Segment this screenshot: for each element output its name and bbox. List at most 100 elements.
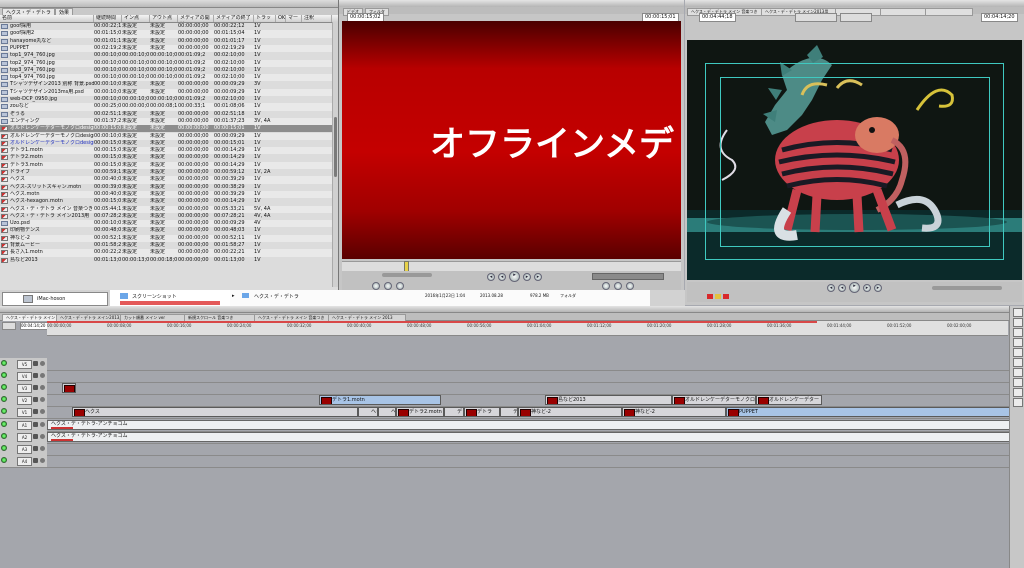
video-clip[interactable]: ヘクス <box>378 407 396 417</box>
timeline-tab-6[interactable]: ヘクス・デ・デトラ メイン 2013 <box>328 314 406 321</box>
play-button[interactable]: ▸ <box>509 271 520 282</box>
browser-row[interactable]: 神など-2 00:00:52;1 未設定 未設定 00:00:00;00 00:00:52… <box>0 234 336 242</box>
browser-row[interactable]: エンディング 00:01:37;2 未設定 未設定 00:00:00;00 00:01:3… <box>0 117 336 126</box>
canvas-prev-edit-button[interactable]: ◂ <box>827 284 835 292</box>
track-visibility-icon[interactable] <box>1 457 7 463</box>
browser-row[interactable]: オルドレンケーデターモノクロdesign 00:00:15;0 未設定 未設定 00:0… <box>0 125 336 133</box>
tool-razor-icon[interactable] <box>1013 358 1023 367</box>
browser-row[interactable]: オルドレンケーデターモノクロdesign 00:00:10;0 未設定 未設定 00:0… <box>0 132 336 140</box>
tool-edit-select-icon[interactable] <box>1013 318 1023 327</box>
browser-row[interactable]: ヘクス・デ・デトラ メイン2013用 00:07:28;2 未設定 未設定 00:00:… <box>0 213 336 220</box>
col-mark[interactable]: マーク <box>286 15 302 22</box>
browser-row[interactable]: ドライブ 00:00:59;1 未設定 未設定 00:00:00;00 00:00:59;… <box>0 169 336 176</box>
viewer-marker-button[interactable] <box>396 282 404 290</box>
browser-row[interactable]: zouなど 00:00:25;0 00:00:00;0 00:00:08;1 00:00… <box>0 103 336 111</box>
col-comment[interactable]: 注釈 <box>302 15 332 22</box>
browser-row[interactable]: top1_974_760.jpg 00:00:10;0 00:00:10;0 00:0… <box>0 52 336 59</box>
timeline-rt-popup[interactable] <box>2 322 16 330</box>
browser-row[interactable]: ヘクス・デ・デトラ メイン 音楽つき 00:05:44;1 未設定 未設定 00:00:… <box>0 205 336 213</box>
viewer-shuttle-slider[interactable] <box>382 273 432 277</box>
video-clip[interactable]: オルドレンケーデター <box>756 395 822 405</box>
track-visibility-icon[interactable] <box>1 384 7 390</box>
video-clip[interactable]: デトラ <box>464 407 500 417</box>
track-visibility-icon[interactable] <box>1 433 7 439</box>
track-lock-icon[interactable] <box>33 397 38 402</box>
browser-row[interactable]: goof採用2 00:01:15;0 未設定 未設定 00:00:00;00 00:01:… <box>0 30 336 38</box>
canvas-step-forward-button[interactable]: ▸ <box>863 284 871 292</box>
col-media-end[interactable]: メディアの終了 <box>214 15 254 22</box>
tool-roll-icon[interactable] <box>1013 338 1023 347</box>
canvas-tab-5[interactable] <box>925 8 973 16</box>
tool-slip-icon[interactable] <box>1013 348 1023 357</box>
canvas-play-button[interactable]: ▸ <box>849 282 860 293</box>
timeline-tab-3[interactable]: カット順番 メイン ver <box>120 314 188 321</box>
video-clip[interactable]: 神など-2 <box>622 407 726 417</box>
video-clip[interactable]: ヘクス <box>358 407 378 417</box>
track-lock-icon[interactable] <box>33 361 38 366</box>
finder-disclosure-icon[interactable]: ▸ <box>232 293 235 299</box>
video-clip[interactable]: デトラ2.motn <box>396 407 444 417</box>
folder-screenshots[interactable]: スクリーンショット <box>132 293 177 300</box>
track-visibility-icon[interactable] <box>1 372 7 378</box>
track-label[interactable]: A2 <box>17 433 32 442</box>
track-auto-select-icon[interactable] <box>40 422 45 427</box>
canvas-view-popup[interactable] <box>840 13 872 22</box>
step-forward-button[interactable]: ▸ <box>523 273 531 281</box>
video-clip[interactable]: デトラ3 <box>500 407 518 417</box>
viewer-mark-in-button[interactable] <box>372 282 380 290</box>
canvas-replace-icon[interactable] <box>723 294 729 299</box>
tool-select-icon[interactable] <box>1013 308 1023 317</box>
col-media-start[interactable]: メディアの開始 <box>178 15 214 22</box>
browser-row[interactable]: Tシャツデザイン2013ms用.psd 00:00:10;0 未設定 未設定 00:00… <box>0 88 336 96</box>
browser-row[interactable]: 長さ入1.motn 00:00:22;2 未設定 未設定 00:00:00;00 00:0… <box>0 249 336 257</box>
canvas-jog-slider[interactable] <box>932 286 1002 290</box>
track-label[interactable]: A3 <box>17 445 32 454</box>
col-out[interactable]: アウト点 <box>150 15 178 22</box>
col-duration[interactable]: 継続時間 <box>94 15 122 22</box>
browser-row[interactable]: goof採用 00:00:22;1 未設定 未設定 00:00:00;00 00:00:2… <box>0 23 336 30</box>
browser-row[interactable]: ぞうる 00:02:51;1 未設定 未設定 00:00:00;00 00:02:51;1… <box>0 111 336 118</box>
browser-row[interactable]: web-DCP_0950.jpg 00:00:10;0 00:00:10;0 00:0… <box>0 96 336 103</box>
track-lock-icon[interactable] <box>33 409 38 414</box>
track-visibility-icon[interactable] <box>1 421 7 427</box>
track-visibility-icon[interactable] <box>1 396 7 402</box>
video-clip[interactable]: PUPPET <box>726 407 1010 417</box>
viewer-mark-out-button[interactable] <box>384 282 392 290</box>
track-label[interactable]: V5 <box>17 360 32 369</box>
track-auto-select-icon[interactable] <box>40 434 45 439</box>
prev-edit-button[interactable]: ◂ <box>487 273 495 281</box>
track-label[interactable]: V3 <box>17 384 32 393</box>
track-lock-icon[interactable] <box>33 434 38 439</box>
track-auto-select-icon[interactable] <box>40 458 45 463</box>
browser-row[interactable]: デトラ3.motn 00:00:15;0 未設定 未設定 00:00:00;00 00:0… <box>0 161 336 169</box>
timeline-tab-4[interactable]: 新規スクロール 音楽つき <box>184 314 258 321</box>
video-clip[interactable]: 島など2013 <box>545 395 672 405</box>
video-clip[interactable]: デトラ1.motn <box>319 395 441 405</box>
video-clip[interactable]: 神など-2 <box>518 407 622 417</box>
browser-scroll-thumb[interactable] <box>334 117 337 177</box>
track-label[interactable]: V1 <box>17 408 32 417</box>
track-label[interactable]: A4 <box>17 457 32 466</box>
viewer-jog-wheel[interactable] <box>592 273 664 280</box>
viewer-in-button[interactable] <box>614 282 622 290</box>
timeline-tab-5[interactable]: ヘクス・デ・デトラ メイン 音楽つき <box>254 314 332 321</box>
canvas-timecode-duration[interactable]: 00:04:44;18 <box>699 13 736 22</box>
track-auto-select-icon[interactable] <box>40 373 45 378</box>
browser-row[interactable]: オルドレンケーデターモノクロdesign 00:00:15;0 未設定 未設定 00:0… <box>0 140 336 147</box>
browser-row[interactable]: top2_974_760.jpg 00:00:10;0 00:00:10;0 00:0… <box>0 59 336 67</box>
col-name[interactable]: 名前 <box>0 15 94 22</box>
track-lock-icon[interactable] <box>33 385 38 390</box>
col-in[interactable]: イン点 <box>122 15 150 22</box>
canvas-tab-4[interactable] <box>880 8 928 16</box>
timeline-ruler[interactable]: 00:00:00;00 00:00:08;00 00:00:16;00 00:00:2… <box>47 321 1008 336</box>
browser-row[interactable]: 印刷物デンス 00:00:48;0 未設定 未設定 00:00:00;00 00:00:4… <box>0 227 336 234</box>
track-area[interactable] <box>47 455 1010 468</box>
audio-clip[interactable]: ヘクス・デ・デトラ-アンチョコム <box>47 420 1010 430</box>
track-auto-select-icon[interactable] <box>40 385 45 390</box>
track-visibility-icon[interactable] <box>1 445 7 451</box>
track-auto-select-icon[interactable] <box>40 446 45 451</box>
browser-row[interactable]: デトラ1.motn 00:00:15;0 未設定 未設定 00:00:00;00 00:0… <box>0 147 336 155</box>
finder-item-name[interactable]: ヘクス・デ・デトラ <box>254 293 299 300</box>
browser-row[interactable]: hanayome丸など 00:01:01;1 未設定 未設定 00:00:00;00 00… <box>0 38 336 45</box>
tool-pen-icon[interactable] <box>1013 388 1023 397</box>
